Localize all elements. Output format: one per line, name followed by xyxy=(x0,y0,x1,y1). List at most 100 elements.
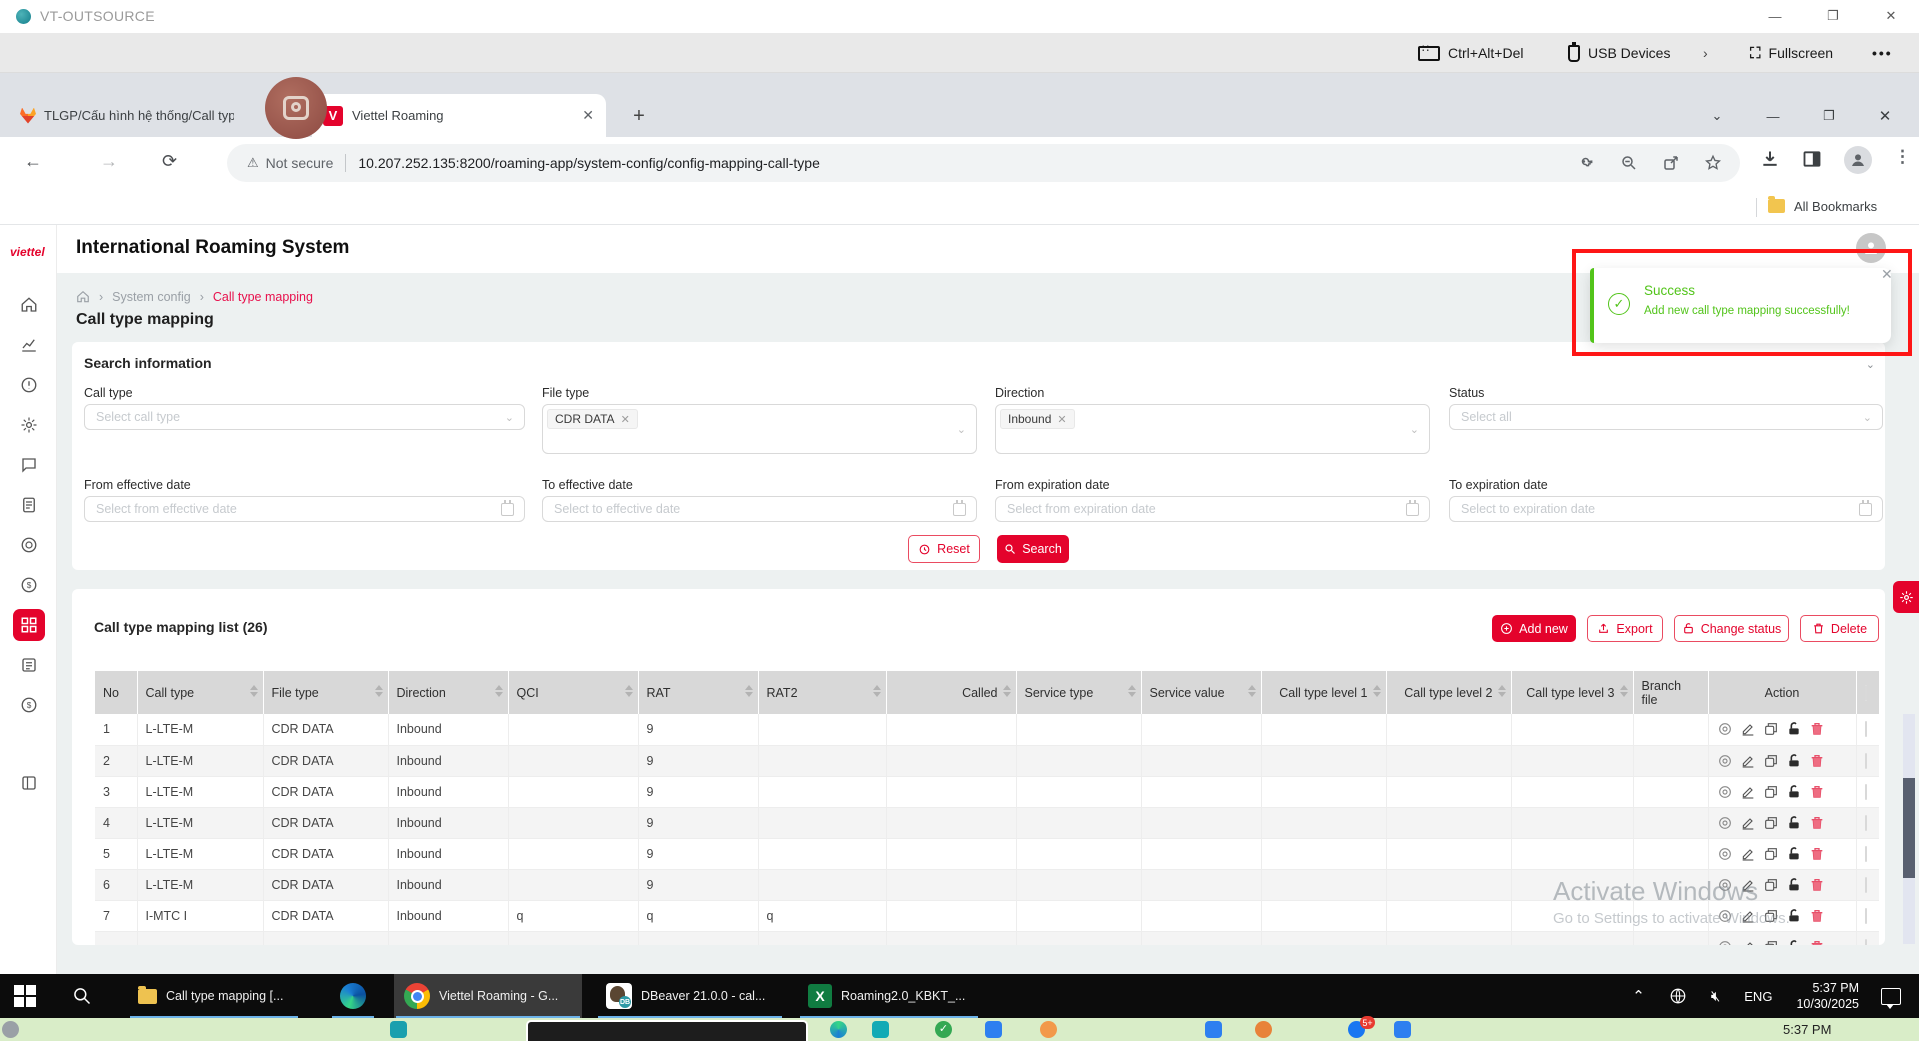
side-panel-icon[interactable] xyxy=(1802,149,1822,169)
copy-icon[interactable] xyxy=(1763,753,1779,769)
delete-trash-icon[interactable] xyxy=(1809,877,1825,893)
select-all-checkbox[interactable] xyxy=(1865,685,1867,701)
row-checkbox[interactable] xyxy=(1865,815,1867,831)
sort-icon[interactable] xyxy=(1248,685,1256,697)
forward-icon[interactable]: → xyxy=(100,151,118,172)
sort-icon[interactable] xyxy=(1498,685,1506,697)
col-service-type[interactable]: Service type xyxy=(1016,671,1141,714)
view-eye-icon[interactable] xyxy=(1717,753,1733,769)
col-select-all[interactable] xyxy=(1856,671,1879,714)
host-app-icon[interactable] xyxy=(1394,1021,1411,1038)
url-text[interactable]: 10.207.252.135:8200/roaming-app/system-c… xyxy=(358,155,820,171)
delete-trash-icon[interactable] xyxy=(1809,784,1825,800)
user-avatar[interactable] xyxy=(1856,233,1886,263)
row-checkbox[interactable] xyxy=(1865,846,1867,862)
host-app-icon[interactable] xyxy=(1205,1021,1222,1038)
tab-viettel-close-icon[interactable]: ✕ xyxy=(582,107,594,124)
col-rat[interactable]: RAT xyxy=(638,671,758,714)
copy-icon[interactable] xyxy=(1763,846,1779,862)
row-checkbox[interactable] xyxy=(1865,877,1867,893)
sort-icon[interactable] xyxy=(625,685,633,697)
copy-icon[interactable] xyxy=(1763,721,1779,737)
col-qci[interactable]: QCI xyxy=(508,671,638,714)
browser-menu-kebab-icon[interactable]: ⋮ xyxy=(1894,147,1911,174)
host-clock[interactable]: 5:37 PM xyxy=(1783,1022,1831,1037)
back-icon[interactable]: ← xyxy=(24,151,42,172)
add-new-button[interactable]: Add new xyxy=(1492,615,1576,642)
taskbar-app-edge[interactable] xyxy=(330,974,376,1018)
rdp-maximize-button[interactable]: ❐ xyxy=(1810,0,1856,32)
host-search-box[interactable] xyxy=(526,1020,808,1041)
browser-profile-avatar[interactable] xyxy=(1844,146,1872,174)
sidebar-home-icon[interactable] xyxy=(17,293,41,317)
copy-icon[interactable] xyxy=(1763,877,1779,893)
sidebar-billing-icon[interactable]: $ xyxy=(17,693,41,717)
action-center-icon[interactable] xyxy=(1881,988,1901,1005)
view-eye-icon[interactable] xyxy=(1717,939,1733,946)
lock-icon[interactable] xyxy=(1786,939,1802,946)
file-type-multiselect[interactable]: CDR DATA✕ ⌄ xyxy=(542,404,977,454)
toast-close-icon[interactable]: ✕ xyxy=(1881,266,1893,283)
language-indicator[interactable]: ENG xyxy=(1744,989,1772,1004)
to-expiration-date-input[interactable]: Select to expiration date xyxy=(1449,496,1883,522)
volume-muted-icon[interactable]: 🔇︎ xyxy=(1711,988,1720,1005)
sidebar-mapping-icon-active[interactable] xyxy=(13,609,45,641)
edit-pencil-icon[interactable] xyxy=(1740,784,1756,800)
col-call-type-level-3[interactable]: Call type level 3 xyxy=(1511,671,1633,714)
lock-icon[interactable] xyxy=(1786,815,1802,831)
usb-devices-button[interactable]: USB Devices xyxy=(1568,33,1670,73)
sidebar-monitor-icon[interactable] xyxy=(17,373,41,397)
view-eye-icon[interactable] xyxy=(1717,815,1733,831)
file-type-tag[interactable]: CDR DATA✕ xyxy=(547,409,638,429)
host-app-icon[interactable] xyxy=(1255,1021,1272,1038)
tag-remove-icon[interactable]: ✕ xyxy=(1057,413,1066,426)
from-effective-date-input[interactable]: Select from effective date xyxy=(84,496,525,522)
sort-icon[interactable] xyxy=(375,685,383,697)
ctrl-alt-del-button[interactable]: Ctrl+Alt+Del xyxy=(1418,33,1523,73)
sort-icon[interactable] xyxy=(745,685,753,697)
floating-settings-button[interactable] xyxy=(1893,581,1919,613)
scrollbar-thumb[interactable] xyxy=(1903,778,1915,878)
start-button[interactable] xyxy=(4,974,46,1018)
from-expiration-date-input[interactable]: Select from expiration date xyxy=(995,496,1430,522)
direction-multiselect[interactable]: Inbound✕ ⌄ xyxy=(995,404,1430,454)
view-eye-icon[interactable] xyxy=(1717,846,1733,862)
col-call-type-level-2[interactable]: Call type level 2 xyxy=(1386,671,1511,714)
all-bookmarks-button[interactable]: All Bookmarks xyxy=(1794,199,1877,214)
sidebar-chat-icon[interactable] xyxy=(17,453,41,477)
copy-icon[interactable] xyxy=(1763,815,1779,831)
toolbar-more-button[interactable]: ••• xyxy=(1872,33,1893,73)
taskbar-app-excel[interactable]: X Roaming2.0_KBKT_... xyxy=(798,974,980,1018)
row-checkbox[interactable] xyxy=(1865,939,1867,946)
row-checkbox[interactable] xyxy=(1865,753,1867,769)
edit-pencil-icon[interactable] xyxy=(1740,721,1756,737)
sidebar-chart-icon[interactable] xyxy=(17,333,41,357)
sidebar-collapse-icon[interactable] xyxy=(17,771,41,795)
sidebar-settings-icon[interactable] xyxy=(17,413,41,437)
col-call-type-level-1[interactable]: Call type level 1 xyxy=(1261,671,1386,714)
lock-icon[interactable] xyxy=(1786,784,1802,800)
copy-icon[interactable] xyxy=(1763,939,1779,946)
browser-minimize-button[interactable]: — xyxy=(1756,100,1790,132)
row-checkbox[interactable] xyxy=(1865,908,1867,924)
new-tab-button[interactable]: + xyxy=(626,103,652,129)
sort-icon[interactable] xyxy=(1128,685,1136,697)
sort-icon[interactable] xyxy=(873,685,881,697)
host-app-icon[interactable] xyxy=(872,1021,889,1038)
sort-icon[interactable] xyxy=(495,685,503,697)
sort-icon[interactable] xyxy=(1003,685,1011,697)
direction-tag[interactable]: Inbound✕ xyxy=(1000,409,1075,429)
host-app-icon[interactable] xyxy=(1040,1021,1057,1038)
search-button[interactable]: Search xyxy=(997,535,1069,563)
tab-gitlab[interactable]: TLGP/Cấu hình hệ thống/Call typ ✕ xyxy=(10,94,304,137)
delete-trash-icon[interactable] xyxy=(1809,939,1825,946)
to-effective-date-input[interactable]: Select to effective date xyxy=(542,496,977,522)
host-app-icon[interactable] xyxy=(390,1021,407,1038)
host-app-icon[interactable] xyxy=(830,1021,847,1038)
col-direction[interactable]: Direction xyxy=(388,671,508,714)
tray-chevron-up-icon[interactable]: ⌃ xyxy=(1632,987,1645,1005)
network-globe-icon[interactable] xyxy=(1669,987,1687,1005)
col-call-type[interactable]: Call type xyxy=(137,671,263,714)
reset-button[interactable]: Reset xyxy=(908,535,980,563)
lock-icon[interactable] xyxy=(1786,846,1802,862)
